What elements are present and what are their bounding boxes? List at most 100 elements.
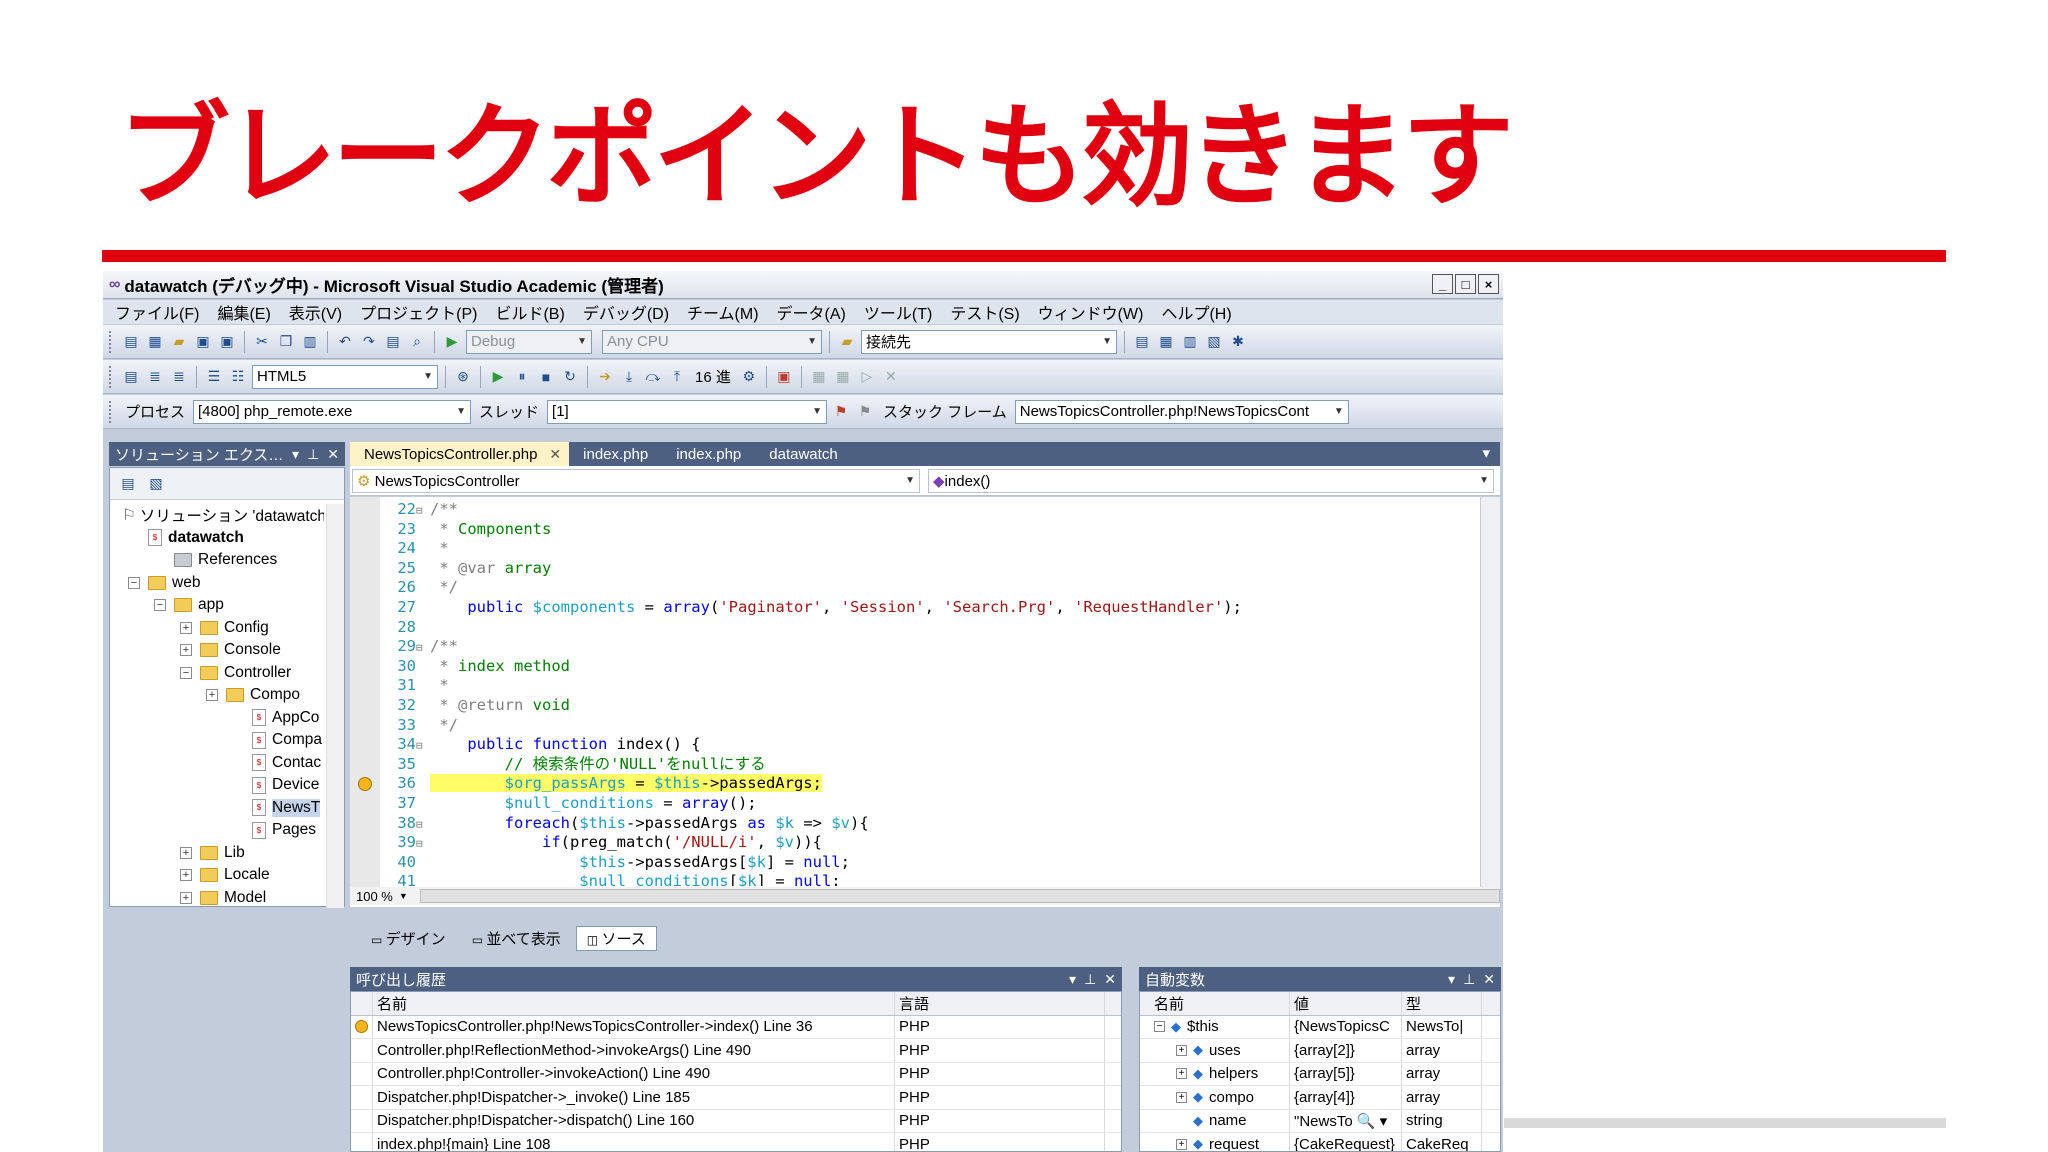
expand-toggle-icon[interactable]: + [180,891,192,904]
column-header[interactable]: 値 [1290,992,1402,1015]
call-stack-row[interactable]: Controller.php!Controller->invokeAction(… [351,1062,1121,1086]
open-file-icon[interactable]: ▰ [169,332,189,352]
extensions-icon[interactable]: ✱ [1228,332,1248,352]
configuration-select[interactable]: Debug ▼ [466,329,592,354]
tree-node[interactable]: + Locale [180,864,270,886]
column-header[interactable]: 名前 [373,992,895,1015]
attach-target-select[interactable]: 接続先 ▼ [861,329,1117,354]
undo-icon[interactable]: ↶ [335,332,355,352]
code-editor[interactable]: 22⊟/** 23 * Components 24 * 25 * @var array… [350,497,1500,907]
platform-select[interactable]: Any CPU ▼ [602,329,822,354]
toolbox-icon[interactable]: ▧ [1204,332,1224,352]
column-header[interactable]: 名前 [1140,992,1290,1015]
save-icon[interactable]: ▣ [193,332,213,352]
breakpoints-window-icon[interactable]: ▣ [774,367,794,387]
fold-toggle-icon[interactable]: ⊟ [416,638,430,658]
maximize-button[interactable]: □ [1455,274,1476,294]
attach-icon[interactable]: ▰ [837,332,857,352]
fold-toggle-icon[interactable]: ⊟ [416,736,430,756]
autos-row[interactable]: + ◆ request {CakeRequest} CakeReq [1140,1133,1500,1151]
tree-node[interactable]: References [174,549,277,571]
comment-icon[interactable]: ☰ [204,367,224,387]
fold-toggle-icon[interactable]: ⊟ [416,815,430,835]
solution-explorer-icon[interactable]: ▤ [1132,332,1152,352]
indicator-margin[interactable] [350,497,380,887]
menu-item[interactable]: デバッグ(D) [583,300,669,324]
close-tab-icon[interactable]: ✕ [549,446,561,463]
tree-node[interactable]: − app [154,594,224,616]
view-tab[interactable]: ◫ ソース [575,925,657,951]
save-all-icon[interactable]: ▣ [217,332,237,352]
find-icon[interactable]: ⌕ [407,332,427,352]
navigate-icon[interactable]: ▤ [383,332,403,352]
call-stack-row[interactable]: index.php!{main} Line 108 PHP [351,1133,1121,1151]
column-header[interactable]: 言語 [895,992,1105,1015]
menu-item[interactable]: プロジェクト(P) [360,300,477,324]
validation-target-select[interactable]: HTML5 ▼ [252,364,438,389]
expand-toggle-icon[interactable]: + [1176,1138,1187,1150]
menu-item[interactable]: 編集(E) [217,300,270,324]
menu-item[interactable]: ウィンドウ(W) [1038,300,1144,324]
properties-icon[interactable]: ▦ [1156,332,1176,352]
code-scrollbar[interactable] [1480,497,1500,887]
outdent-icon[interactable]: ≣ [169,367,189,387]
autos-row[interactable]: ◆ name "NewsTo 🔍 ▾ string [1140,1109,1500,1133]
menu-item[interactable]: テスト(S) [950,300,1019,324]
paste-icon[interactable]: ▥ [300,332,320,352]
view-tab[interactable]: ▭ デザイン [360,926,457,951]
show-next-statement-icon[interactable]: ➔ [595,367,615,387]
expand-toggle-icon[interactable]: − [1154,1021,1165,1033]
thread-select[interactable]: [1] ▼ [547,399,828,424]
tree-node[interactable]: ⚐ ソリューション 'datawatch' ( [122,504,324,526]
tree-node[interactable]: + Model [180,887,266,909]
show-all-files-icon[interactable]: ▧ [146,474,166,494]
close-icon[interactable]: ✕ [327,446,339,463]
call-stack-row[interactable]: Dispatcher.php!Dispatcher->_invoke() Lin… [351,1086,1121,1110]
tree-node[interactable]: $ Device [252,774,319,796]
menu-item[interactable]: ファイル(F) [115,300,199,324]
tree-node[interactable]: $ Compa [252,729,322,751]
solution-scrollbar[interactable] [326,504,344,908]
expand-toggle-icon[interactable]: + [1176,1044,1187,1056]
class-select[interactable]: ⚙ NewsTopicsController ▼ [352,468,920,493]
continue-icon[interactable]: ▶ [488,367,508,387]
menu-item[interactable]: 表示(V) [289,300,342,324]
pin-icon[interactable]: ⊥ [1463,971,1475,988]
expand-toggle-icon[interactable]: + [1176,1068,1187,1080]
tree-node[interactable]: + Lib [180,842,245,864]
call-stack-row[interactable]: Dispatcher.php!Dispatcher->dispatch() Li… [351,1109,1121,1133]
autos-row[interactable]: + ◆ uses {array[2]} array [1140,1039,1500,1063]
editor-tab[interactable]: datawatch [755,442,851,466]
step-over-icon[interactable]: ⤼ [643,367,663,387]
autos-row[interactable]: + ◆ compo {array[4]} array [1140,1086,1500,1110]
expand-toggle-icon[interactable]: + [206,689,218,701]
expand-toggle-icon[interactable]: − [180,666,192,679]
indent-icon[interactable]: ≣ [145,367,165,387]
object-browser-icon[interactable]: ▥ [1180,332,1200,352]
tree-node[interactable]: $ datawatch [148,527,244,549]
tab-dropdown-icon[interactable]: ▾ [1482,444,1490,462]
expand-toggle-icon[interactable]: + [180,846,192,859]
tree-node[interactable]: + Config [180,617,269,639]
pin-icon[interactable]: ⊥ [1084,971,1096,988]
menu-item[interactable]: ビルド(B) [495,300,564,324]
tree-node[interactable]: $ Pages [252,819,316,841]
step-into-icon[interactable]: ⤓ [619,367,639,387]
call-stack-row[interactable]: NewsTopicsController.php!NewsTopicsContr… [351,1015,1121,1039]
autos-row[interactable]: + ◆ helpers {array[5]} array [1140,1062,1500,1086]
flag-icon[interactable]: ⚑ [831,402,851,422]
editor-tab[interactable]: index.php [569,442,662,466]
add-item-icon[interactable]: ▦ [145,332,165,352]
restart-icon[interactable]: ↻ [560,367,580,387]
tree-node[interactable]: $ NewsT [252,797,321,819]
zoom-level[interactable]: 100 % [356,889,393,904]
view-tab[interactable]: ▭ 並べて表示 [461,926,572,951]
copy-icon[interactable]: ❐ [276,332,296,352]
menu-item[interactable]: ツール(T) [864,300,932,324]
tree-node[interactable]: $ AppCo [252,707,319,729]
dropdown-icon[interactable]: ▾ [292,446,299,463]
editor-tab[interactable]: index.php [662,442,755,466]
close-icon[interactable]: ✕ [1483,971,1495,988]
call-stack-row[interactable]: Controller.php!ReflectionMethod->invokeA… [351,1039,1121,1063]
uncomment-icon[interactable]: ☷ [228,367,248,387]
